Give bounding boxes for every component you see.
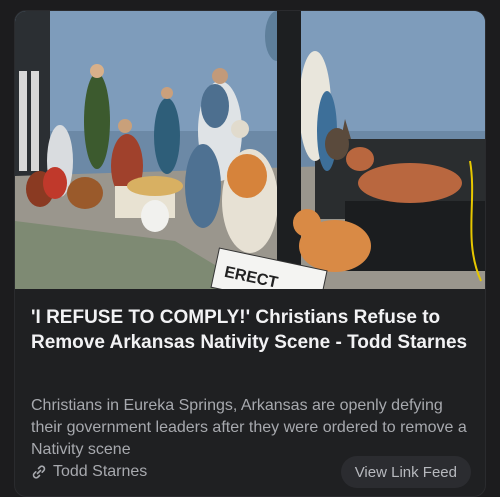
- post-description: Christians in Eureka Springs, Arkansas a…: [31, 397, 467, 458]
- post-title[interactable]: 'I REFUSE TO COMPLY!' Christians Refuse …: [31, 305, 471, 355]
- source-name: Todd Starnes: [53, 463, 148, 480]
- source-link[interactable]: Todd Starnes: [31, 463, 147, 481]
- view-link-feed-button[interactable]: View Link Feed: [340, 456, 471, 488]
- nativity-scene-illustration: ERECT: [15, 11, 485, 289]
- link-preview-card[interactable]: ERECT 'I REFUSE TO COMPLY!' Christians R…: [14, 10, 486, 497]
- link-icon: [31, 464, 47, 480]
- card-footer: Todd Starnes View Link Feed: [31, 456, 471, 488]
- nativity-scene-image[interactable]: ERECT: [15, 11, 485, 289]
